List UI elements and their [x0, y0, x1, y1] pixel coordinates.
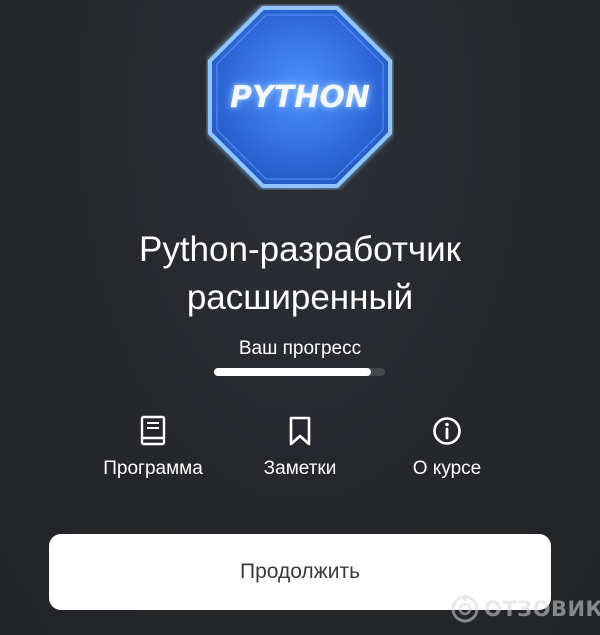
course-screen: PYTHON Python-разработчик расширенный Ва…	[0, 0, 600, 635]
course-title-line2: расширенный	[186, 278, 414, 317]
info-icon	[433, 417, 461, 445]
notes-button[interactable]: Заметки	[220, 414, 380, 490]
notes-label: Заметки	[263, 458, 337, 479]
course-title: Python-разработчик расширенный	[40, 226, 560, 322]
about-course-button[interactable]: О курсе	[367, 414, 527, 490]
course-badge: PYTHON	[206, 4, 394, 190]
watermark-text: ОТЗОВИК	[484, 597, 600, 621]
course-actions: Программа Заметки О курсе	[0, 414, 600, 494]
bookmark-icon	[289, 416, 311, 446]
progress-bar-fill	[214, 368, 372, 376]
progress-bar	[214, 368, 385, 376]
program-label: Программа	[103, 458, 203, 479]
book-icon	[140, 415, 166, 446]
about-course-label: О курсе	[412, 458, 482, 479]
badge-logo-text: PYTHON	[230, 80, 370, 115]
watermark: ОТЗОВИК	[450, 592, 600, 626]
otzovik-logo-icon	[451, 595, 479, 623]
course-title-line1: Python-разработчик	[138, 230, 461, 269]
program-button[interactable]: Программа	[73, 414, 233, 490]
progress-label: Ваш прогресс	[238, 338, 362, 359]
